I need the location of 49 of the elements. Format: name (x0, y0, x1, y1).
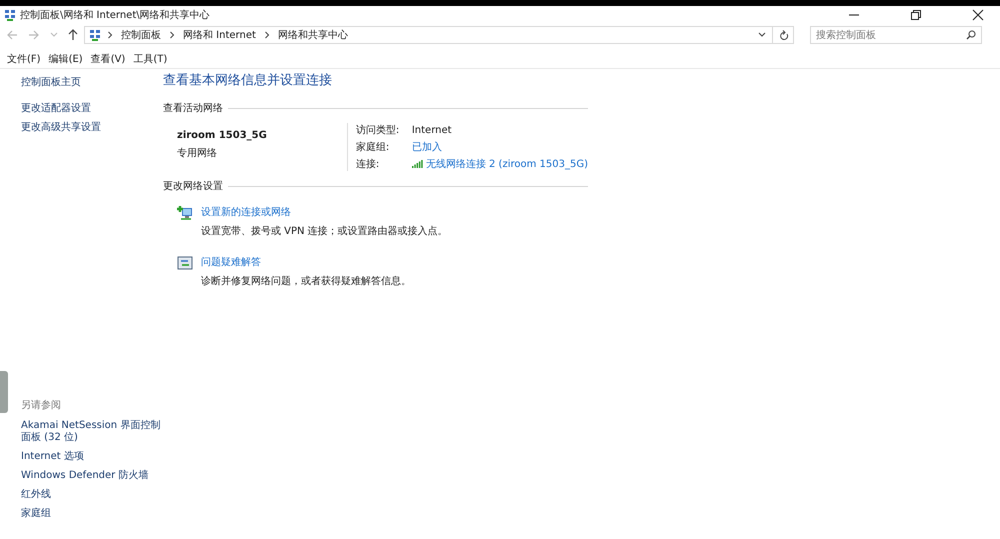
network-name: ziroom 1503_5G (177, 130, 268, 141)
menu-item[interactable]: 查看(V) (90, 52, 126, 66)
task-link[interactable]: 设置新的连接或网络 (201, 205, 448, 219)
menu-item[interactable]: 编辑(E) (48, 52, 83, 66)
breadcrumb[interactable]: 控制面板 (121, 28, 161, 42)
signal-icon (412, 160, 423, 168)
menu-item[interactable]: 文件(F) (7, 52, 41, 66)
property-label: 家庭组: (356, 140, 390, 154)
section-title: 更改网络设置 (163, 180, 223, 193)
connection-link[interactable]: 无线网络连接 2 (ziroom 1503_5G) (426, 157, 588, 171)
network-setup-icon (177, 205, 193, 221)
chevron-icon[interactable] (169, 31, 175, 39)
sidebar-link[interactable]: Windows Defender 防火墙 (21, 470, 163, 482)
sidebar-link[interactable]: 家庭组 (21, 508, 163, 520)
task-description: 诊断并修复网络问题，或者获得疑难解答信息。 (201, 274, 411, 288)
section-label: 另请参阅 (21, 398, 62, 412)
sidebar-link[interactable]: 更改适配器设置 (21, 103, 163, 115)
sidebar-link[interactable]: Internet 选项 (21, 451, 163, 463)
window-title: 控制面板\网络和 Internet\网络和共享中心 (20, 8, 210, 22)
chevron-icon[interactable] (107, 31, 113, 39)
search-icon (966, 30, 976, 40)
chevron-icon[interactable] (264, 31, 270, 39)
sidebar-link[interactable]: Akamai NetSession 界面控制面板 (32 位) (21, 420, 163, 444)
sidebar-link[interactable]: 更改高级共享设置 (21, 122, 163, 134)
close-icon[interactable] (972, 9, 984, 21)
menu-item[interactable]: 工具(T) (133, 52, 168, 66)
refresh-icon[interactable] (779, 30, 789, 40)
restore-icon[interactable] (910, 9, 922, 21)
address-bar[interactable]: 控制面板 网络和 Internet 网络和共享中心 (84, 26, 794, 44)
task-link[interactable]: 问题疑难解答 (201, 255, 411, 269)
task-description: 设置宽带、拨号或 VPN 连接；或设置路由器或接入点。 (201, 224, 448, 238)
sidebar-link[interactable]: 红外线 (21, 489, 163, 501)
sidebar-link[interactable]: 控制面板主页 (21, 77, 163, 89)
dropdown-caret-icon[interactable] (758, 32, 766, 38)
property-label: 访问类型: (356, 124, 400, 137)
property-value: Internet (412, 124, 452, 136)
search-field[interactable]: 搜索控制面板 (810, 26, 982, 44)
network-icon (89, 29, 101, 41)
property-label: 连接: (356, 158, 380, 171)
network-icon (4, 9, 16, 21)
breadcrumb[interactable]: 网络和共享中心 (278, 28, 348, 42)
troubleshoot-icon (177, 255, 193, 271)
section-title: 查看活动网络 (163, 102, 223, 115)
breadcrumb[interactable]: 网络和 Internet (183, 28, 256, 42)
page-heading: 查看基本网络信息并设置连接 (163, 72, 333, 89)
up-arrow-icon[interactable] (68, 29, 78, 41)
network-type: 专用网络 (177, 146, 218, 160)
homegroup-link[interactable]: 已加入 (412, 140, 442, 154)
side-handle[interactable] (0, 371, 8, 413)
